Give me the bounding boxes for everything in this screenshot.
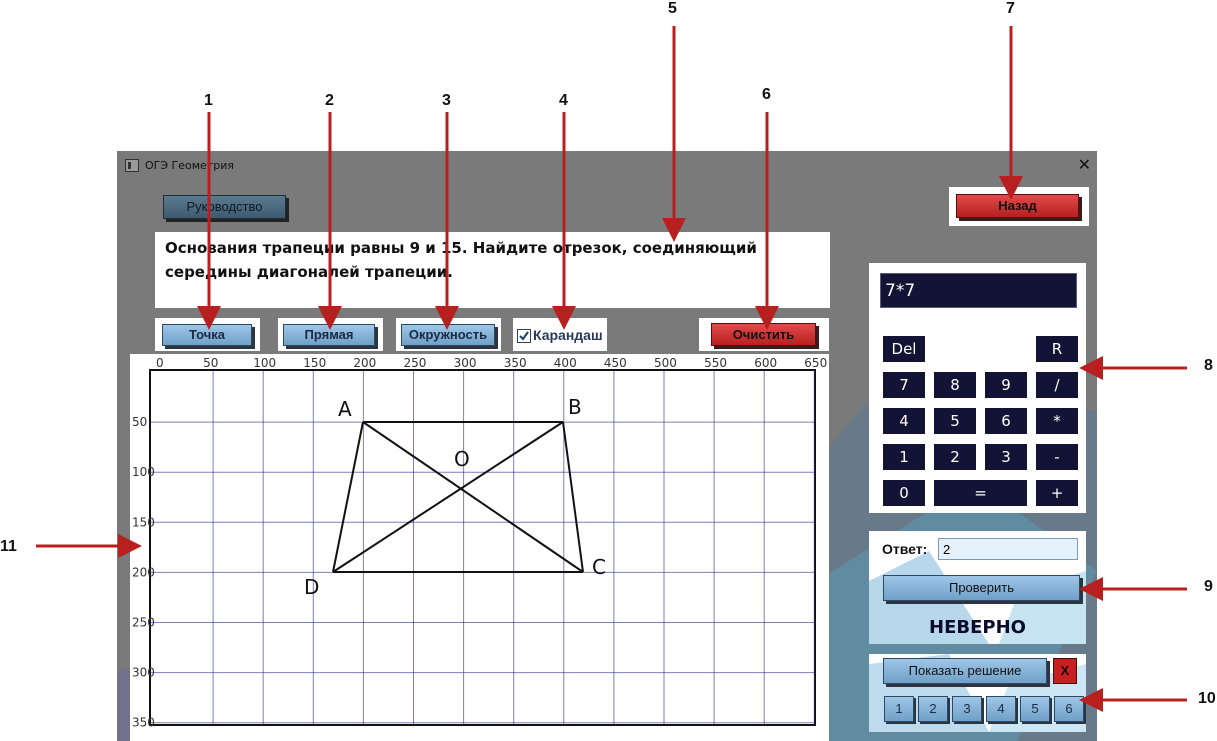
close-solution-button[interactable]: X [1053,658,1077,684]
drawing-canvas-panel: 0 50 100 150 200 250 300 350 400 450 500 550 600 650 … [130,354,829,741]
key-divide[interactable]: / [1036,372,1078,398]
callout-11: 11 [0,538,17,555]
x-tick-label: 650 [804,356,827,370]
x-tick-label: 150 [303,356,326,370]
answer-input[interactable] [938,538,1078,560]
x-tick-label: 200 [353,356,376,370]
solution-step-3[interactable]: 3 [952,696,982,722]
title-bar: ОГЭ Геометрия ✕ [117,151,1097,181]
y-tick-label: 200 [132,565,155,579]
label-o: O [454,447,470,471]
key-4[interactable]: 4 [883,408,925,434]
check-icon [519,331,529,341]
key-0[interactable]: 0 [883,480,925,506]
key-1[interactable]: 1 [883,444,925,470]
solution-step-5[interactable]: 5 [1020,696,1050,722]
y-tick-label: 50 [132,415,147,429]
drawing-canvas[interactable]: 0 50 100 150 200 250 300 350 400 450 500 550 600 650 … [130,354,829,741]
result-text: НЕВЕРНО [929,617,1026,638]
question-panel: Основания трапеции равны 9 и 15. Найдите… [155,232,830,308]
key-subtract[interactable]: - [1036,444,1078,470]
x-tick-label: 500 [654,356,677,370]
canvas-frame [149,369,816,726]
check-button[interactable]: Проверить [883,575,1080,601]
solution-step-4[interactable]: 4 [986,696,1016,722]
callout-8: 8 [1204,357,1213,374]
key-2[interactable]: 2 [934,444,976,470]
y-tick-label: 250 [132,616,155,630]
x-tick-label: 400 [554,356,577,370]
y-tick-label: 150 [132,515,155,529]
app-window: ОГЭ Геометрия ✕ Руководство Назад Основа… [117,151,1097,741]
key-reset[interactable]: R [1036,336,1078,362]
question-text: Основания трапеции равны 9 и 15. Найдите… [165,239,757,281]
key-3[interactable]: 3 [985,444,1027,470]
label-b: B [568,395,582,419]
answer-label: Ответ: [882,541,928,557]
line-button[interactable]: Прямая [283,324,375,346]
callout-9: 9 [1204,578,1213,595]
x-tick-label: 100 [253,356,276,370]
x-tick-label: 450 [604,356,627,370]
y-tick-label: 300 [132,666,155,680]
back-button[interactable]: Назад [956,194,1079,218]
callout-5: 5 [668,0,677,17]
callout-6: 6 [762,86,771,103]
x-tick-label: 350 [504,356,527,370]
key-8[interactable]: 8 [934,372,976,398]
callout-2: 2 [325,92,334,109]
key-5[interactable]: 5 [934,408,976,434]
solution-step-6[interactable]: 6 [1054,696,1084,722]
key-multiply[interactable]: * [1036,408,1078,434]
calculator-panel: 7*7 Del R 7 8 9 / 4 5 6 * 1 2 3 - 0 = + [869,263,1086,513]
guide-button[interactable]: Руководство [163,195,286,219]
x-axis-ticks: 0 50 100 150 200 250 300 350 400 450 500 550 600 650 [156,356,827,370]
label-c: C [592,555,606,579]
pencil-checkbox[interactable] [517,329,531,343]
x-tick-label: 0 [156,356,164,370]
y-tick-label: 100 [132,465,155,479]
point-button[interactable]: Точка [162,324,252,346]
x-tick-label: 550 [704,356,727,370]
key-9[interactable]: 9 [985,372,1027,398]
x-tick-label: 50 [203,356,218,370]
callout-4: 4 [559,92,568,109]
circle-button[interactable]: Окружность [401,324,495,346]
key-6[interactable]: 6 [985,408,1027,434]
close-icon[interactable]: ✕ [1078,155,1091,174]
callout-7: 7 [1006,0,1015,17]
callout-1: 1 [204,92,213,109]
app-icon [125,159,139,172]
label-a: A [338,397,352,421]
x-tick-label: 300 [454,356,477,370]
show-solution-button[interactable]: Показать решение [883,658,1047,684]
clear-button[interactable]: Очистить [711,323,816,346]
key-add[interactable]: + [1036,480,1078,506]
answer-panel: Ответ: Проверить НЕВЕРНО [869,531,1086,644]
solution-step-1[interactable]: 1 [884,696,914,722]
solution-panel: Показать решение X 1 2 3 4 5 6 [869,654,1086,732]
solution-step-2[interactable]: 2 [918,696,948,722]
calculator-display: 7*7 [880,273,1077,308]
key-del[interactable]: Del [883,336,925,362]
window-title: ОГЭ Геометрия [145,159,234,172]
x-tick-label: 600 [754,356,777,370]
y-tick-label: 350 [132,716,155,730]
callout-10: 10 [1198,690,1216,707]
key-7[interactable]: 7 [883,372,925,398]
callout-3: 3 [442,92,451,109]
x-tick-label: 250 [404,356,427,370]
key-equals[interactable]: = [934,480,1027,506]
label-d: D [304,575,319,599]
pencil-label: Карандаш [533,327,603,343]
